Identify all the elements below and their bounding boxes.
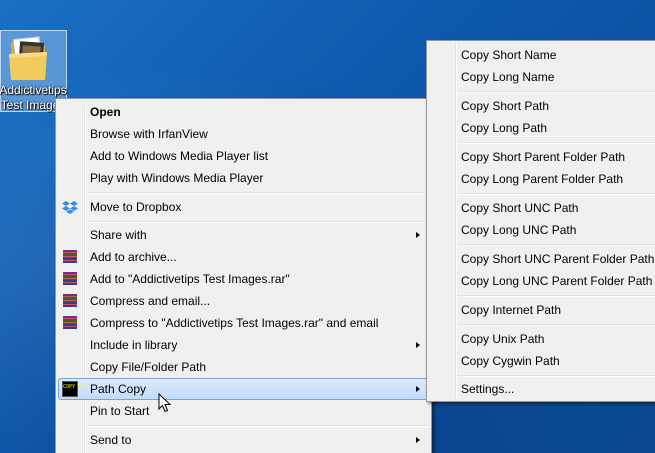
submenu-copy-long-unc-path[interactable]: Copy Long UNC Path: [429, 219, 655, 241]
menu-item-label: Share with: [90, 228, 147, 242]
menu-item-play-wmp[interactable]: Play with Windows Media Player: [58, 167, 429, 189]
menu-item-add-wmp-list[interactable]: Add to Windows Media Player list: [58, 145, 429, 167]
submenu-item-label: Copy Short Parent Folder Path: [461, 150, 626, 164]
menu-item-label: Add to archive...: [90, 250, 177, 264]
winrar-icon: [62, 293, 78, 309]
winrar-icon: [62, 249, 78, 265]
submenu-item-label: Copy Short UNC Path: [461, 201, 579, 215]
menu-item-move-dropbox[interactable]: Move to Dropbox: [58, 196, 429, 218]
menu-item-add-to-rar[interactable]: Add to "Addictivetips Test Images.rar": [58, 268, 429, 290]
menu-item-label: Compress to "Addictivetips Test Images.r…: [90, 316, 379, 330]
menu-item-label: Add to Windows Media Player list: [90, 149, 269, 163]
context-menu: Open Browse with IrfanView Add to Window…: [55, 98, 432, 453]
submenu-item-label: Copy Unix Path: [461, 332, 545, 346]
menu-item-label: Include in library: [90, 338, 178, 352]
menu-item-label: Compress and email...: [90, 294, 211, 308]
submenu-arrow-icon: [416, 342, 420, 348]
path-copy-icon: COPY C:\: [62, 381, 87, 397]
submenu-copy-long-name[interactable]: Copy Long Name: [429, 66, 655, 88]
dropbox-icon: [62, 199, 78, 215]
submenu-arrow-icon: [416, 386, 420, 392]
menu-item-path-copy[interactable]: COPY C:\ Path Copy: [58, 378, 429, 400]
menu-item-copy-file-folder-path[interactable]: Copy File/Folder Path: [58, 356, 429, 378]
menu-separator: [86, 192, 429, 194]
menu-separator: [86, 425, 429, 427]
menu-item-send-to[interactable]: Send to: [58, 429, 429, 451]
menu-item-label: Move to Dropbox: [90, 200, 182, 214]
menu-item-open[interactable]: Open: [58, 101, 429, 123]
menu-item-add-to-archive[interactable]: Add to archive...: [58, 246, 429, 268]
winrar-icon: [62, 271, 78, 287]
submenu-separator: [457, 91, 655, 93]
submenu-item-label: Copy Short Path: [461, 99, 550, 113]
submenu-separator: [457, 324, 655, 326]
submenu-copy-short-unc-path[interactable]: Copy Short UNC Path: [429, 197, 655, 219]
submenu-copy-long-unc-parent-folder-path[interactable]: Copy Long UNC Parent Folder Path: [429, 270, 655, 292]
submenu-item-label: Settings...: [461, 382, 515, 396]
folder-icon: [9, 36, 47, 80]
submenu-separator: [457, 193, 655, 195]
menu-item-compress-email[interactable]: Compress and email...: [58, 290, 429, 312]
submenu-copy-cygwin-path[interactable]: Copy Cygwin Path: [429, 350, 655, 372]
menu-item-include-library[interactable]: Include in library: [58, 334, 429, 356]
menu-item-label: Pin to Start: [90, 404, 150, 418]
menu-item-pin-to-start[interactable]: Pin to Start: [58, 400, 429, 422]
menu-item-compress-to-rar-email[interactable]: Compress to "Addictivetips Test Images.r…: [58, 312, 429, 334]
submenu-item-label: Copy Long UNC Parent Folder Path: [461, 274, 653, 288]
submenu-separator: [457, 142, 655, 144]
submenu-item-label: Copy Internet Path: [461, 303, 562, 317]
menu-item-browse-irfanview[interactable]: Browse with IrfanView: [58, 123, 429, 145]
submenu-copy-long-parent-folder-path[interactable]: Copy Long Parent Folder Path: [429, 168, 655, 190]
submenu-item-label: Copy Long Name: [461, 70, 555, 84]
submenu-copy-short-name[interactable]: Copy Short Name: [429, 44, 655, 66]
winrar-icon: [62, 315, 78, 331]
submenu-copy-internet-path[interactable]: Copy Internet Path: [429, 299, 655, 321]
menu-item-label: Browse with IrfanView: [90, 127, 208, 141]
submenu-item-label: Copy Long UNC Path: [461, 223, 577, 237]
submenu-item-label: Copy Long Parent Folder Path: [461, 172, 624, 186]
submenu-item-label: Copy Cygwin Path: [461, 354, 560, 368]
submenu-copy-short-parent-folder-path[interactable]: Copy Short Parent Folder Path: [429, 146, 655, 168]
submenu-item-label: Copy Short UNC Parent Folder Path: [461, 252, 655, 266]
submenu-copy-short-path[interactable]: Copy Short Path: [429, 95, 655, 117]
menu-item-label: Send to: [90, 433, 132, 447]
submenu-copy-long-path[interactable]: Copy Long Path: [429, 117, 655, 139]
submenu-arrow-icon: [416, 232, 420, 238]
menu-item-label: Add to "Addictivetips Test Images.rar": [90, 272, 290, 286]
path-copy-submenu: Copy Short Name Copy Long Name Copy Shor…: [426, 40, 655, 402]
icon-label-line-1: Addictivetips: [0, 83, 67, 97]
submenu-item-label: Copy Short Name: [461, 48, 557, 62]
submenu-copy-short-unc-parent-folder-path[interactable]: Copy Short UNC Parent Folder Path: [429, 248, 655, 270]
submenu-separator: [457, 244, 655, 246]
submenu-copy-unix-path[interactable]: Copy Unix Path: [429, 328, 655, 350]
submenu-separator: [457, 375, 655, 377]
submenu-settings[interactable]: Settings...: [429, 378, 655, 400]
path-copy-icon-text: COPY C:\: [62, 381, 87, 397]
submenu-separator: [457, 295, 655, 297]
submenu-arrow-icon: [416, 437, 420, 443]
menu-separator: [86, 221, 429, 223]
menu-item-share-with[interactable]: Share with: [58, 224, 429, 246]
mouse-cursor-icon: [158, 393, 172, 413]
menu-item-label: Path Copy: [90, 382, 147, 396]
menu-item-label: Play with Windows Media Player: [90, 171, 264, 185]
menu-item-label: Open: [90, 105, 121, 119]
menu-item-label: Copy File/Folder Path: [90, 360, 207, 374]
submenu-item-label: Copy Long Path: [461, 121, 548, 135]
